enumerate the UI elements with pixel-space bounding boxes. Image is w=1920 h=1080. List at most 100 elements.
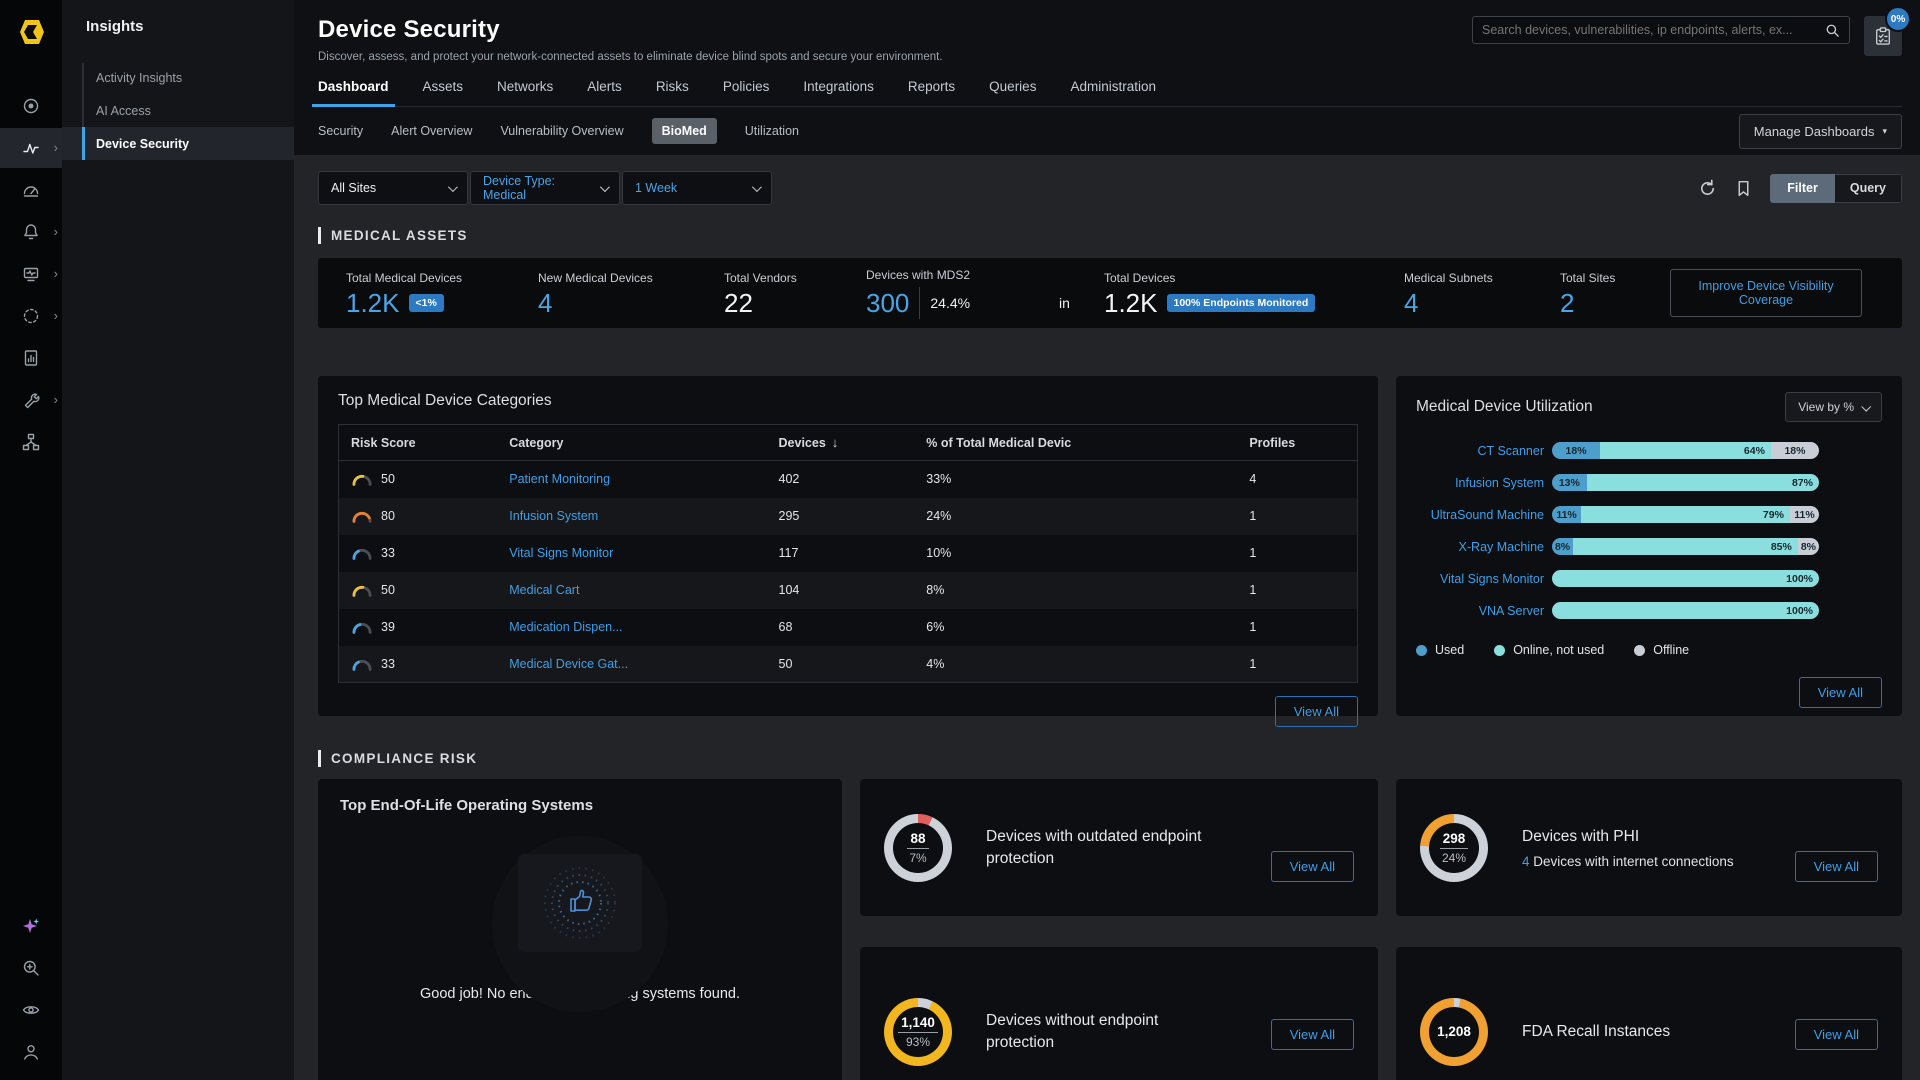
time-range-dropdown[interactable]: 1 Week: [622, 171, 772, 205]
rail-item-exposure-report[interactable]: [0, 338, 62, 378]
view-by-dropdown[interactable]: View by %: [1785, 392, 1882, 422]
filter-button[interactable]: Filter: [1770, 174, 1835, 203]
subtab-alert-overview[interactable]: Alert Overview: [391, 124, 472, 138]
rail-item-alerts-bell[interactable]: ›: [0, 212, 62, 252]
devices-cell: 295: [767, 498, 915, 535]
site-filter-dropdown[interactable]: All Sites: [318, 171, 468, 205]
subtab-biomed[interactable]: BioMed: [652, 118, 717, 144]
tab-assets[interactable]: Assets: [423, 79, 464, 106]
bar-segment-online-not-used: 100%: [1552, 570, 1819, 587]
host-management-icon: [21, 264, 41, 284]
stat-value-row: 22: [724, 290, 866, 316]
utilization-device-link[interactable]: UltraSound Machine: [1416, 508, 1544, 522]
global-search[interactable]: [1472, 16, 1850, 44]
column-header-profiles[interactable]: Profiles: [1237, 425, 1357, 461]
sidebar-item-label: Device Security: [96, 137, 189, 151]
setup-progress-badge: 0%: [1885, 6, 1911, 32]
chevron-down-icon: [752, 182, 762, 192]
column-header-risk-score[interactable]: Risk Score: [339, 425, 498, 461]
sidebar-item-activity-insights[interactable]: Activity Insights: [62, 61, 294, 94]
column-header-category[interactable]: Category: [497, 425, 766, 461]
category-link[interactable]: Medical Device Gat...: [497, 646, 766, 683]
sidebar-item-device-security[interactable]: Device Security: [62, 127, 294, 160]
brand-logo-icon: [15, 16, 47, 48]
query-button[interactable]: Query: [1835, 174, 1902, 203]
rail-item-fusion-dotted-circle[interactable]: ›: [0, 296, 62, 336]
tab-policies[interactable]: Policies: [723, 79, 770, 106]
reset-refresh-button[interactable]: [1698, 179, 1717, 198]
insights-icon: [21, 138, 41, 158]
stat-badge: <1%: [409, 294, 444, 312]
main-area: Device Security Discover, assess, and pr…: [294, 0, 1920, 1080]
tab-alerts[interactable]: Alerts: [587, 79, 622, 106]
header-right: 0%: [1472, 16, 1902, 63]
search-input[interactable]: [1482, 23, 1825, 37]
tab-queries[interactable]: Queries: [989, 79, 1036, 106]
category-link[interactable]: Medication Dispen...: [497, 609, 766, 646]
utilization-device-link[interactable]: VNA Server: [1416, 604, 1544, 618]
bookmark-button[interactable]: [1735, 179, 1752, 198]
rail-item-dashboard-gauge[interactable]: [0, 170, 62, 210]
filter-query-toggle: Filter Query: [1770, 174, 1902, 203]
profiles-cell: 4: [1237, 461, 1357, 498]
sort-descending-icon[interactable]: ↓: [832, 435, 839, 450]
utilization-device-link[interactable]: Infusion System: [1416, 476, 1544, 490]
utilization-panel-title: Medical Device Utilization: [1416, 398, 1593, 416]
categories-table: Risk ScoreCategoryDevices↓% of Total Med…: [338, 424, 1358, 683]
risk-score-value: 50: [381, 472, 395, 486]
brand-logo[interactable]: [0, 0, 62, 64]
utilization-row: Infusion System13%87%: [1416, 474, 1882, 491]
rail-item-search-investigate[interactable]: [0, 948, 62, 988]
card-view-all-button[interactable]: View All: [1795, 851, 1878, 882]
bar-segment-offline: 11%: [1790, 506, 1819, 523]
subtab-security[interactable]: Security: [318, 124, 363, 138]
subtab-utilization[interactable]: Utilization: [745, 124, 799, 138]
rail-item-host-management[interactable]: ›: [0, 254, 62, 294]
risk-score-cell: 33: [339, 646, 498, 683]
card-view-all-button[interactable]: View All: [1271, 1019, 1354, 1050]
utilization-device-link[interactable]: Vital Signs Monitor: [1416, 572, 1544, 586]
category-link[interactable]: Medical Cart: [497, 572, 766, 609]
card-title: Devices with PHI: [1522, 826, 1748, 848]
categories-view-all-button[interactable]: View All: [1275, 696, 1358, 727]
tab-dashboard[interactable]: Dashboard: [318, 79, 389, 106]
risk-score-value: 80: [381, 509, 395, 523]
profiles-cell: 1: [1237, 572, 1357, 609]
category-link[interactable]: Patient Monitoring: [497, 461, 766, 498]
utilization-view-all-button[interactable]: View All: [1799, 677, 1882, 708]
manage-dashboards-button[interactable]: Manage Dashboards ▾: [1739, 114, 1902, 149]
donut-chart: 887%: [884, 814, 952, 882]
rail-item-insights[interactable]: ›: [0, 128, 62, 168]
device-type-filter-dropdown[interactable]: Device Type: Medical: [470, 171, 620, 205]
category-link[interactable]: Infusion System: [497, 498, 766, 535]
bar-segment-offline: 8%: [1798, 538, 1819, 555]
column-header--of-total-medical-devic[interactable]: % of Total Medical Devic: [914, 425, 1237, 461]
column-header-devices[interactable]: Devices↓: [767, 425, 915, 461]
improve-device-visibility-button[interactable]: Improve Device Visibility Coverage: [1670, 269, 1862, 317]
stat-new-medical-devices: New Medical Devices4: [538, 271, 724, 316]
rail-item-charlotte-ai[interactable]: [0, 906, 62, 946]
card-view-all-button[interactable]: View All: [1271, 851, 1354, 882]
rail-item-scope[interactable]: [0, 86, 62, 126]
rail-item-network-topology[interactable]: [0, 422, 62, 462]
tab-reports[interactable]: Reports: [908, 79, 955, 106]
utilization-device-link[interactable]: X-Ray Machine: [1416, 540, 1544, 554]
search-icon[interactable]: [1825, 23, 1840, 38]
tab-networks[interactable]: Networks: [497, 79, 553, 106]
donut-center: 1,14093%: [893, 1007, 943, 1057]
subtab-vulnerability-overview[interactable]: Vulnerability Overview: [500, 124, 623, 138]
sidebar-item-ai-access[interactable]: AI Access: [62, 94, 294, 127]
rail-item-visibility-eye[interactable]: [0, 990, 62, 1030]
percent-cell: 33%: [914, 461, 1237, 498]
devices-cell: 402: [767, 461, 915, 498]
category-link[interactable]: Vital Signs Monitor: [497, 535, 766, 572]
tab-administration[interactable]: Administration: [1070, 79, 1156, 106]
exposure-report-icon: [21, 348, 41, 368]
rail-item-tools-wrench[interactable]: ›: [0, 380, 62, 420]
rail-item-user-profile[interactable]: [0, 1032, 62, 1072]
utilization-device-link[interactable]: CT Scanner: [1416, 444, 1544, 458]
card-view-all-button[interactable]: View All: [1795, 1019, 1878, 1050]
tab-integrations[interactable]: Integrations: [803, 79, 874, 106]
tab-risks[interactable]: Risks: [656, 79, 689, 106]
setup-checklist-button[interactable]: 0%: [1864, 16, 1902, 56]
